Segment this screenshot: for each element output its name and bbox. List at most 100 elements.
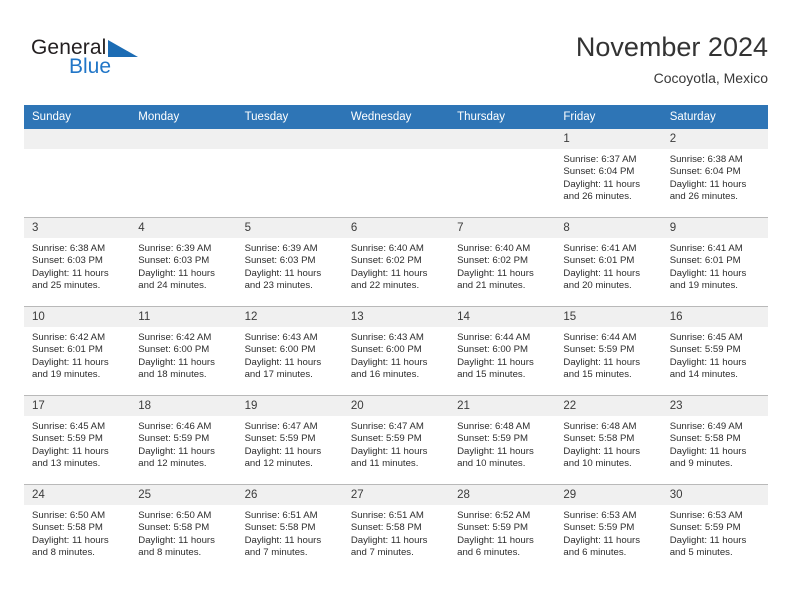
calendar-day-cell[interactable]: 18 Sunrise: 6:46 AM Sunset: 5:59 PM Dayligh… xyxy=(130,395,237,485)
day-cell-content: 29 Sunrise: 6:53 AM Sunset: 5:59 PM Dayligh… xyxy=(555,485,662,573)
daylight-text: Daylight: 11 hours and 23 minutes. xyxy=(244,267,322,292)
day-number: 20 xyxy=(342,396,450,416)
daylight-text: Daylight: 11 hours and 13 minutes. xyxy=(32,445,109,470)
day-cell-content xyxy=(130,129,237,217)
sunset-text: Sunset: 5:59 PM xyxy=(457,522,529,534)
page-title: November 2024 xyxy=(575,32,768,62)
calendar-day-cell[interactable]: 8 Sunrise: 6:41 AM Sunset: 6:01 PM Daylight… xyxy=(555,217,662,307)
day-number: 15 xyxy=(555,307,662,327)
calendar-day-cell[interactable]: 5 Sunrise: 6:39 AM Sunset: 6:03 PM Daylight… xyxy=(236,217,343,307)
calendar-day-cell[interactable]: 20 Sunrise: 6:47 AM Sunset: 5:59 PM Dayligh… xyxy=(342,395,450,485)
day-number: 18 xyxy=(130,396,237,416)
day-number xyxy=(24,129,131,149)
daylight-text: Daylight: 11 hours and 15 minutes. xyxy=(563,356,641,381)
day-cell-content: 28 Sunrise: 6:52 AM Sunset: 5:59 PM Dayligh… xyxy=(449,485,556,573)
daylight-text: Daylight: 11 hours and 7 minutes. xyxy=(244,534,322,559)
calendar-day-cell[interactable]: 29 Sunrise: 6:53 AM Sunset: 5:59 PM Dayligh… xyxy=(555,484,662,573)
weekday-header-friday: Friday xyxy=(555,105,662,129)
daylight-text: Daylight: 11 hours and 26 minutes. xyxy=(563,178,641,203)
day-number: 2 xyxy=(661,129,768,149)
calendar-day-cell[interactable]: 23 Sunrise: 6:49 AM Sunset: 5:58 PM Dayligh… xyxy=(661,395,768,485)
sunrise-text: Sunrise: 6:44 AM xyxy=(563,332,637,343)
calendar-day-cell[interactable] xyxy=(449,129,556,218)
calendar-day-cell[interactable]: 27 Sunrise: 6:51 AM Sunset: 5:58 PM Dayligh… xyxy=(342,484,450,573)
day-number: 30 xyxy=(661,485,768,505)
sunset-text: Sunset: 5:59 PM xyxy=(669,522,741,534)
calendar-day-cell[interactable]: 19 Sunrise: 6:47 AM Sunset: 5:59 PM Dayligh… xyxy=(236,395,343,485)
day-number: 9 xyxy=(661,218,768,238)
sunset-text: Sunset: 6:00 PM xyxy=(457,344,529,356)
day-sun-info: Sunrise: 6:51 AM Sunset: 5:58 PM Daylight:… xyxy=(237,505,343,560)
day-cell-content: 13 Sunrise: 6:43 AM Sunset: 6:00 PM Dayligh… xyxy=(342,307,450,395)
day-sun-info: Sunrise: 6:37 AM Sunset: 6:04 PM Daylight:… xyxy=(555,149,661,204)
calendar-day-cell[interactable]: 9 Sunrise: 6:41 AM Sunset: 6:01 PM Daylight… xyxy=(661,217,768,307)
calendar-day-cell[interactable]: 7 Sunrise: 6:40 AM Sunset: 6:02 PM Daylight… xyxy=(449,217,556,307)
calendar-day-cell[interactable] xyxy=(342,129,450,218)
calendar-day-cell[interactable]: 11 Sunrise: 6:42 AM Sunset: 6:00 PM Dayligh… xyxy=(130,306,237,396)
day-sun-info: Sunrise: 6:45 AM Sunset: 5:59 PM Daylight:… xyxy=(24,416,130,471)
calendar-day-cell[interactable] xyxy=(24,129,131,218)
calendar-day-cell[interactable]: 15 Sunrise: 6:44 AM Sunset: 5:59 PM Dayligh… xyxy=(555,306,662,396)
calendar-day-cell[interactable]: 26 Sunrise: 6:51 AM Sunset: 5:58 PM Dayligh… xyxy=(236,484,343,573)
calendar-day-cell[interactable]: 12 Sunrise: 6:43 AM Sunset: 6:00 PM Dayligh… xyxy=(236,306,343,396)
daylight-text: Daylight: 11 hours and 20 minutes. xyxy=(563,267,641,292)
calendar-week-row: 1 Sunrise: 6:37 AM Sunset: 6:04 PM Daylight… xyxy=(24,129,768,218)
calendar-day-cell[interactable]: 4 Sunrise: 6:39 AM Sunset: 6:03 PM Daylight… xyxy=(130,217,237,307)
day-sun-info: Sunrise: 6:50 AM Sunset: 5:58 PM Daylight:… xyxy=(130,505,236,560)
day-cell-content: 15 Sunrise: 6:44 AM Sunset: 5:59 PM Dayligh… xyxy=(555,307,662,395)
day-sun-info: Sunrise: 6:39 AM Sunset: 6:03 PM Daylight:… xyxy=(130,238,236,293)
calendar-day-cell[interactable] xyxy=(236,129,343,218)
calendar-day-cell[interactable]: 24 Sunrise: 6:50 AM Sunset: 5:58 PM Dayligh… xyxy=(24,484,131,573)
calendar-day-cell[interactable] xyxy=(130,129,237,218)
sunset-text: Sunset: 5:59 PM xyxy=(669,344,741,356)
day-sun-info: Sunrise: 6:47 AM Sunset: 5:59 PM Daylight:… xyxy=(237,416,343,471)
calendar-day-cell[interactable]: 6 Sunrise: 6:40 AM Sunset: 6:02 PM Daylight… xyxy=(342,217,450,307)
day-cell-content: 23 Sunrise: 6:49 AM Sunset: 5:58 PM Dayligh… xyxy=(661,396,768,484)
day-number: 17 xyxy=(24,396,131,416)
sunrise-text: Sunrise: 6:38 AM xyxy=(32,243,106,254)
calendar-day-cell[interactable]: 25 Sunrise: 6:50 AM Sunset: 5:58 PM Dayligh… xyxy=(130,484,237,573)
daylight-text: Daylight: 11 hours and 7 minutes. xyxy=(350,534,428,559)
sunrise-text: Sunrise: 6:53 AM xyxy=(669,510,743,521)
day-sun-info: Sunrise: 6:46 AM Sunset: 5:59 PM Daylight:… xyxy=(130,416,236,471)
calendar-day-cell[interactable]: 21 Sunrise: 6:48 AM Sunset: 5:59 PM Dayligh… xyxy=(449,395,556,485)
calendar-day-cell[interactable]: 1 Sunrise: 6:37 AM Sunset: 6:04 PM Daylight… xyxy=(555,129,662,218)
sunrise-text: Sunrise: 6:52 AM xyxy=(457,510,531,521)
calendar-day-cell[interactable]: 22 Sunrise: 6:48 AM Sunset: 5:58 PM Dayligh… xyxy=(555,395,662,485)
day-cell-content: 1 Sunrise: 6:37 AM Sunset: 6:04 PM Daylight… xyxy=(555,129,662,217)
weekday-header-wednesday: Wednesday xyxy=(342,105,450,129)
calendar-day-cell[interactable]: 28 Sunrise: 6:52 AM Sunset: 5:59 PM Dayligh… xyxy=(449,484,556,573)
day-sun-info: Sunrise: 6:47 AM Sunset: 5:59 PM Daylight:… xyxy=(343,416,449,471)
day-cell-content: 6 Sunrise: 6:40 AM Sunset: 6:02 PM Daylight… xyxy=(342,218,450,306)
calendar-day-cell[interactable]: 16 Sunrise: 6:45 AM Sunset: 5:59 PM Dayligh… xyxy=(661,306,768,396)
calendar-header-row: Sunday Monday Tuesday Wednesday Thursday… xyxy=(24,105,768,129)
day-number: 25 xyxy=(130,485,237,505)
sunset-text: Sunset: 6:03 PM xyxy=(244,255,316,267)
sunset-text: Sunset: 6:01 PM xyxy=(669,255,741,267)
daylight-text: Daylight: 11 hours and 25 minutes. xyxy=(32,267,109,292)
calendar-day-cell[interactable]: 10 Sunrise: 6:42 AM Sunset: 6:01 PM Dayligh… xyxy=(24,306,131,396)
calendar-day-cell[interactable]: 17 Sunrise: 6:45 AM Sunset: 5:59 PM Dayligh… xyxy=(24,395,131,485)
day-cell-content xyxy=(24,129,131,217)
logo-flag-icon xyxy=(108,40,138,57)
sunset-text: Sunset: 6:00 PM xyxy=(350,344,422,356)
calendar-day-cell[interactable]: 2 Sunrise: 6:38 AM Sunset: 6:04 PM Daylight… xyxy=(661,129,768,218)
daylight-text: Daylight: 11 hours and 19 minutes. xyxy=(32,356,109,381)
sunset-text: Sunset: 5:58 PM xyxy=(32,522,103,534)
day-number: 22 xyxy=(555,396,662,416)
day-number: 16 xyxy=(661,307,768,327)
calendar-page: General Blue November 2024 Cocoyotla, Me… xyxy=(0,0,792,612)
calendar-day-cell[interactable]: 13 Sunrise: 6:43 AM Sunset: 6:00 PM Dayligh… xyxy=(342,306,450,396)
day-sun-info: Sunrise: 6:50 AM Sunset: 5:58 PM Daylight:… xyxy=(24,505,130,560)
day-cell-content xyxy=(342,129,450,217)
day-sun-info: Sunrise: 6:44 AM Sunset: 5:59 PM Daylight:… xyxy=(555,327,661,382)
day-cell-content: 8 Sunrise: 6:41 AM Sunset: 6:01 PM Daylight… xyxy=(555,218,662,306)
weekday-header-sunday: Sunday xyxy=(24,105,131,129)
calendar-day-cell[interactable]: 3 Sunrise: 6:38 AM Sunset: 6:03 PM Daylight… xyxy=(24,217,131,307)
sunset-text: Sunset: 6:01 PM xyxy=(32,344,103,356)
sunrise-text: Sunrise: 6:53 AM xyxy=(563,510,637,521)
calendar-day-cell[interactable]: 30 Sunrise: 6:53 AM Sunset: 5:59 PM Dayligh… xyxy=(661,484,768,573)
calendar-day-cell[interactable]: 14 Sunrise: 6:44 AM Sunset: 6:00 PM Dayligh… xyxy=(449,306,556,396)
day-sun-info: Sunrise: 6:53 AM Sunset: 5:59 PM Daylight:… xyxy=(555,505,661,560)
sunrise-text: Sunrise: 6:48 AM xyxy=(563,421,637,432)
